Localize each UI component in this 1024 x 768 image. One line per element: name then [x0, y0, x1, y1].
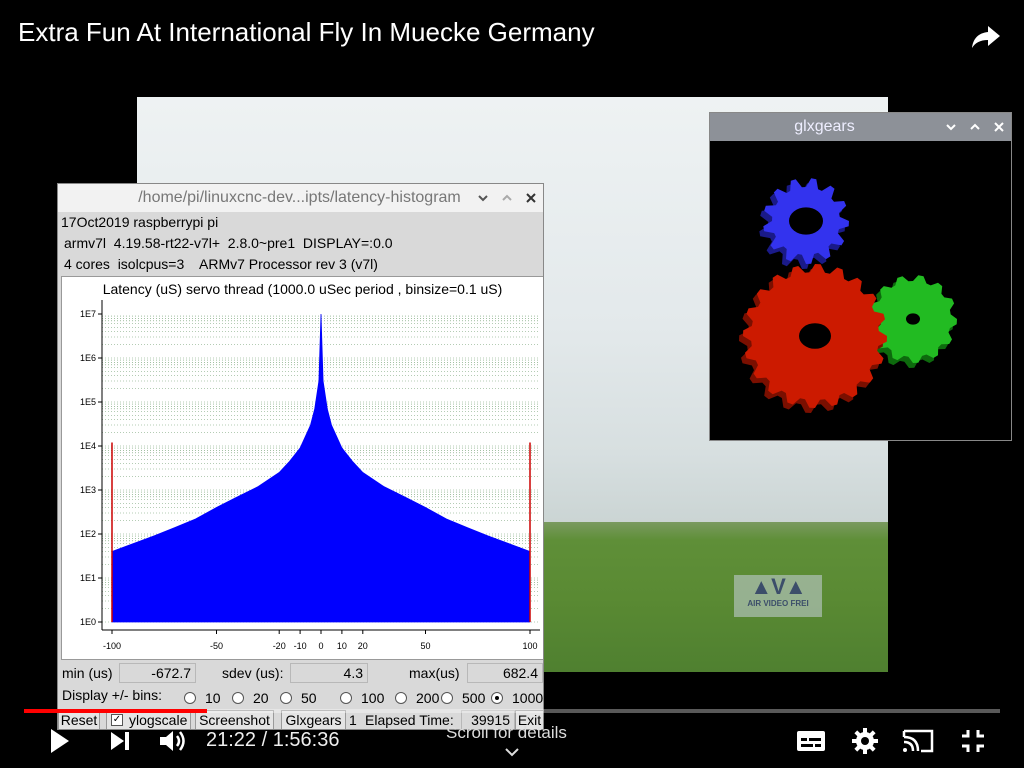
min-value: -672.7 — [119, 663, 196, 683]
y-tick-label: 1E0 — [80, 617, 96, 627]
watermark-logo: ▲V▲ — [750, 574, 806, 599]
bin-radio-label: 20 — [253, 690, 269, 706]
play-icon[interactable] — [42, 724, 76, 758]
next-icon[interactable] — [104, 724, 136, 758]
latency-histogram-window[interactable]: /home/pi/linuxcnc-dev...ipts/latency-his… — [57, 183, 544, 730]
latency-titlebar[interactable]: /home/pi/linuxcnc-dev...ipts/latency-his… — [58, 184, 543, 212]
radio-dot-icon — [232, 692, 244, 704]
time-label: 21:22 / 1:56:36 — [206, 729, 340, 751]
y-tick-label: 1E7 — [80, 309, 96, 319]
blue-gear — [759, 178, 849, 269]
glxgears-titlebar[interactable]: glxgears — [710, 113, 1011, 141]
glxgears-window-title: glxgears — [794, 118, 855, 135]
subtitles-icon[interactable] — [792, 724, 830, 758]
y-tick-label: 1E1 — [80, 573, 96, 583]
watermark-text: AIR VIDEO FREI — [747, 599, 809, 608]
cpu-info-line: 4 cores isolcpus=3 ARMv7 Processor rev 3… — [64, 256, 378, 272]
host-info-line: 17Oct2019 raspberrypi pi — [61, 214, 219, 230]
x-tick-label: -50 — [210, 641, 223, 651]
bin-radio-label: 1000 — [512, 690, 544, 706]
radio-dot-icon — [184, 692, 196, 704]
radio-dot-icon — [280, 692, 292, 704]
x-tick-label: 50 — [420, 641, 430, 651]
video-title: Extra Fun At International Fly In Muecke… — [18, 17, 595, 47]
volume-icon[interactable] — [155, 724, 191, 758]
elapsed-time-label: Elapsed Time: — [365, 712, 454, 728]
red-gear — [739, 264, 887, 413]
maximize-icon[interactable] — [963, 115, 987, 139]
scroll-hint[interactable]: Scroll for details — [446, 723, 567, 743]
minimize-icon[interactable] — [471, 186, 495, 210]
bin-radio-200[interactable]: 200 — [395, 690, 439, 706]
bin-radio-label: 100 — [361, 690, 385, 706]
y-tick-label: 1E2 — [80, 529, 96, 539]
cast-icon[interactable] — [898, 724, 938, 758]
sdev-value: 4.3 — [290, 663, 368, 683]
bin-radio-50[interactable]: 50 — [280, 690, 317, 706]
video-watermark: ▲V▲ AIR VIDEO FREI — [734, 575, 822, 617]
sdev-label: sdev (us): — [222, 665, 284, 681]
x-tick-label: 10 — [337, 641, 347, 651]
exit-fullscreen-icon[interactable] — [954, 724, 992, 758]
bin-radio-label: 10 — [205, 690, 221, 706]
bin-radio-1000[interactable]: 1000 — [491, 690, 543, 706]
minimize-icon[interactable] — [939, 115, 963, 139]
y-tick-label: 1E3 — [80, 485, 96, 495]
y-tick-label: 1E6 — [80, 353, 96, 363]
radio-dot-icon — [491, 692, 503, 704]
x-tick-label: 100 — [522, 641, 537, 651]
bin-radio-20[interactable]: 20 — [232, 690, 269, 706]
max-value: 682.4 — [467, 663, 543, 683]
chevron-down-icon[interactable] — [504, 744, 520, 760]
x-tick-label: -100 — [103, 641, 121, 651]
latency-window-title: /home/pi/linuxcnc-dev...ipts/latency-his… — [138, 189, 461, 206]
close-icon[interactable] — [519, 186, 543, 210]
latency-histogram-chart: Latency (uS) servo thread (1000.0 uSec p… — [61, 276, 543, 660]
share-icon[interactable] — [968, 18, 1004, 54]
y-tick-label: 1E4 — [80, 441, 96, 451]
progress-fill — [24, 709, 207, 713]
close-icon[interactable] — [987, 115, 1011, 139]
histogram-plot: 1E01E11E21E31E41E51E61E7-100 -50 -20 -10 0 10… — [80, 300, 540, 651]
radio-dot-icon — [395, 692, 407, 704]
kernel-info-line: armv7l 4.19.58-rt22-v7l+ 2.8.0~pre1 DISP… — [64, 235, 393, 251]
min-label: min (us) — [62, 665, 113, 681]
y-tick-label: 1E5 — [80, 397, 96, 407]
x-tick-label: -20 — [273, 641, 286, 651]
max-label: max(us) — [409, 665, 460, 681]
radio-dot-icon — [441, 692, 453, 704]
display-bins-label: Display +/- bins: — [62, 687, 162, 703]
bin-radio-label: 200 — [416, 690, 440, 706]
glxgears-window[interactable]: glxgears — [709, 112, 1012, 441]
glxgears-canvas — [739, 178, 957, 413]
x-tick-label: 0 — [318, 641, 323, 651]
settings-icon[interactable] — [846, 724, 884, 758]
radio-dot-icon — [340, 692, 352, 704]
glxgears-button[interactable]: Glxgears — [281, 710, 346, 729]
screenshot-button[interactable]: Screenshot — [195, 710, 274, 729]
bin-radio-label: 50 — [301, 690, 317, 706]
glxgears-count: 1 — [349, 712, 357, 728]
bin-radio-100[interactable]: 100 — [340, 690, 384, 706]
bin-radio-500[interactable]: 500 — [441, 690, 485, 706]
x-tick-label: 20 — [358, 641, 368, 651]
bin-radio-label: 500 — [462, 690, 486, 706]
maximize-icon[interactable] — [495, 186, 519, 210]
x-tick-label: -10 — [294, 641, 307, 651]
bin-radio-10[interactable]: 10 — [184, 690, 221, 706]
